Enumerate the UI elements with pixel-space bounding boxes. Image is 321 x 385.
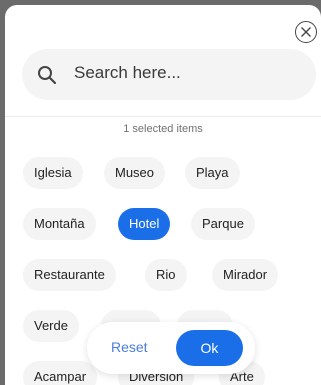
search-input[interactable] — [74, 63, 294, 83]
chip-restaurante[interactable]: Restaurante — [23, 259, 116, 291]
chip-verde[interactable]: Verde — [23, 310, 79, 342]
chip-playa[interactable]: Playa — [185, 157, 240, 189]
filter-sheet: 1 selected items Iglesia Museo Playa Mon… — [5, 5, 321, 385]
close-button[interactable] — [295, 21, 317, 43]
action-bar: Reset Ok — [87, 322, 255, 374]
chip-montana[interactable]: Montaña — [23, 208, 96, 240]
close-icon — [301, 27, 311, 37]
ok-button[interactable]: Ok — [176, 330, 243, 366]
chip-parque[interactable]: Parque — [191, 208, 255, 240]
reset-button[interactable]: Reset — [111, 339, 148, 355]
chip-acampar[interactable]: Acampar — [23, 361, 98, 385]
chip-rio[interactable]: Rio — [145, 259, 187, 291]
chip-mirador[interactable]: Mirador — [212, 259, 279, 291]
chip-iglesia[interactable]: Iglesia — [23, 157, 83, 189]
chip-hotel[interactable]: Hotel — [118, 208, 171, 240]
search-bar[interactable] — [22, 49, 316, 100]
selected-count-label: 1 selected items — [123, 123, 203, 135]
divider — [5, 116, 321, 117]
search-icon — [38, 66, 57, 85]
chip-museo[interactable]: Museo — [104, 157, 166, 189]
